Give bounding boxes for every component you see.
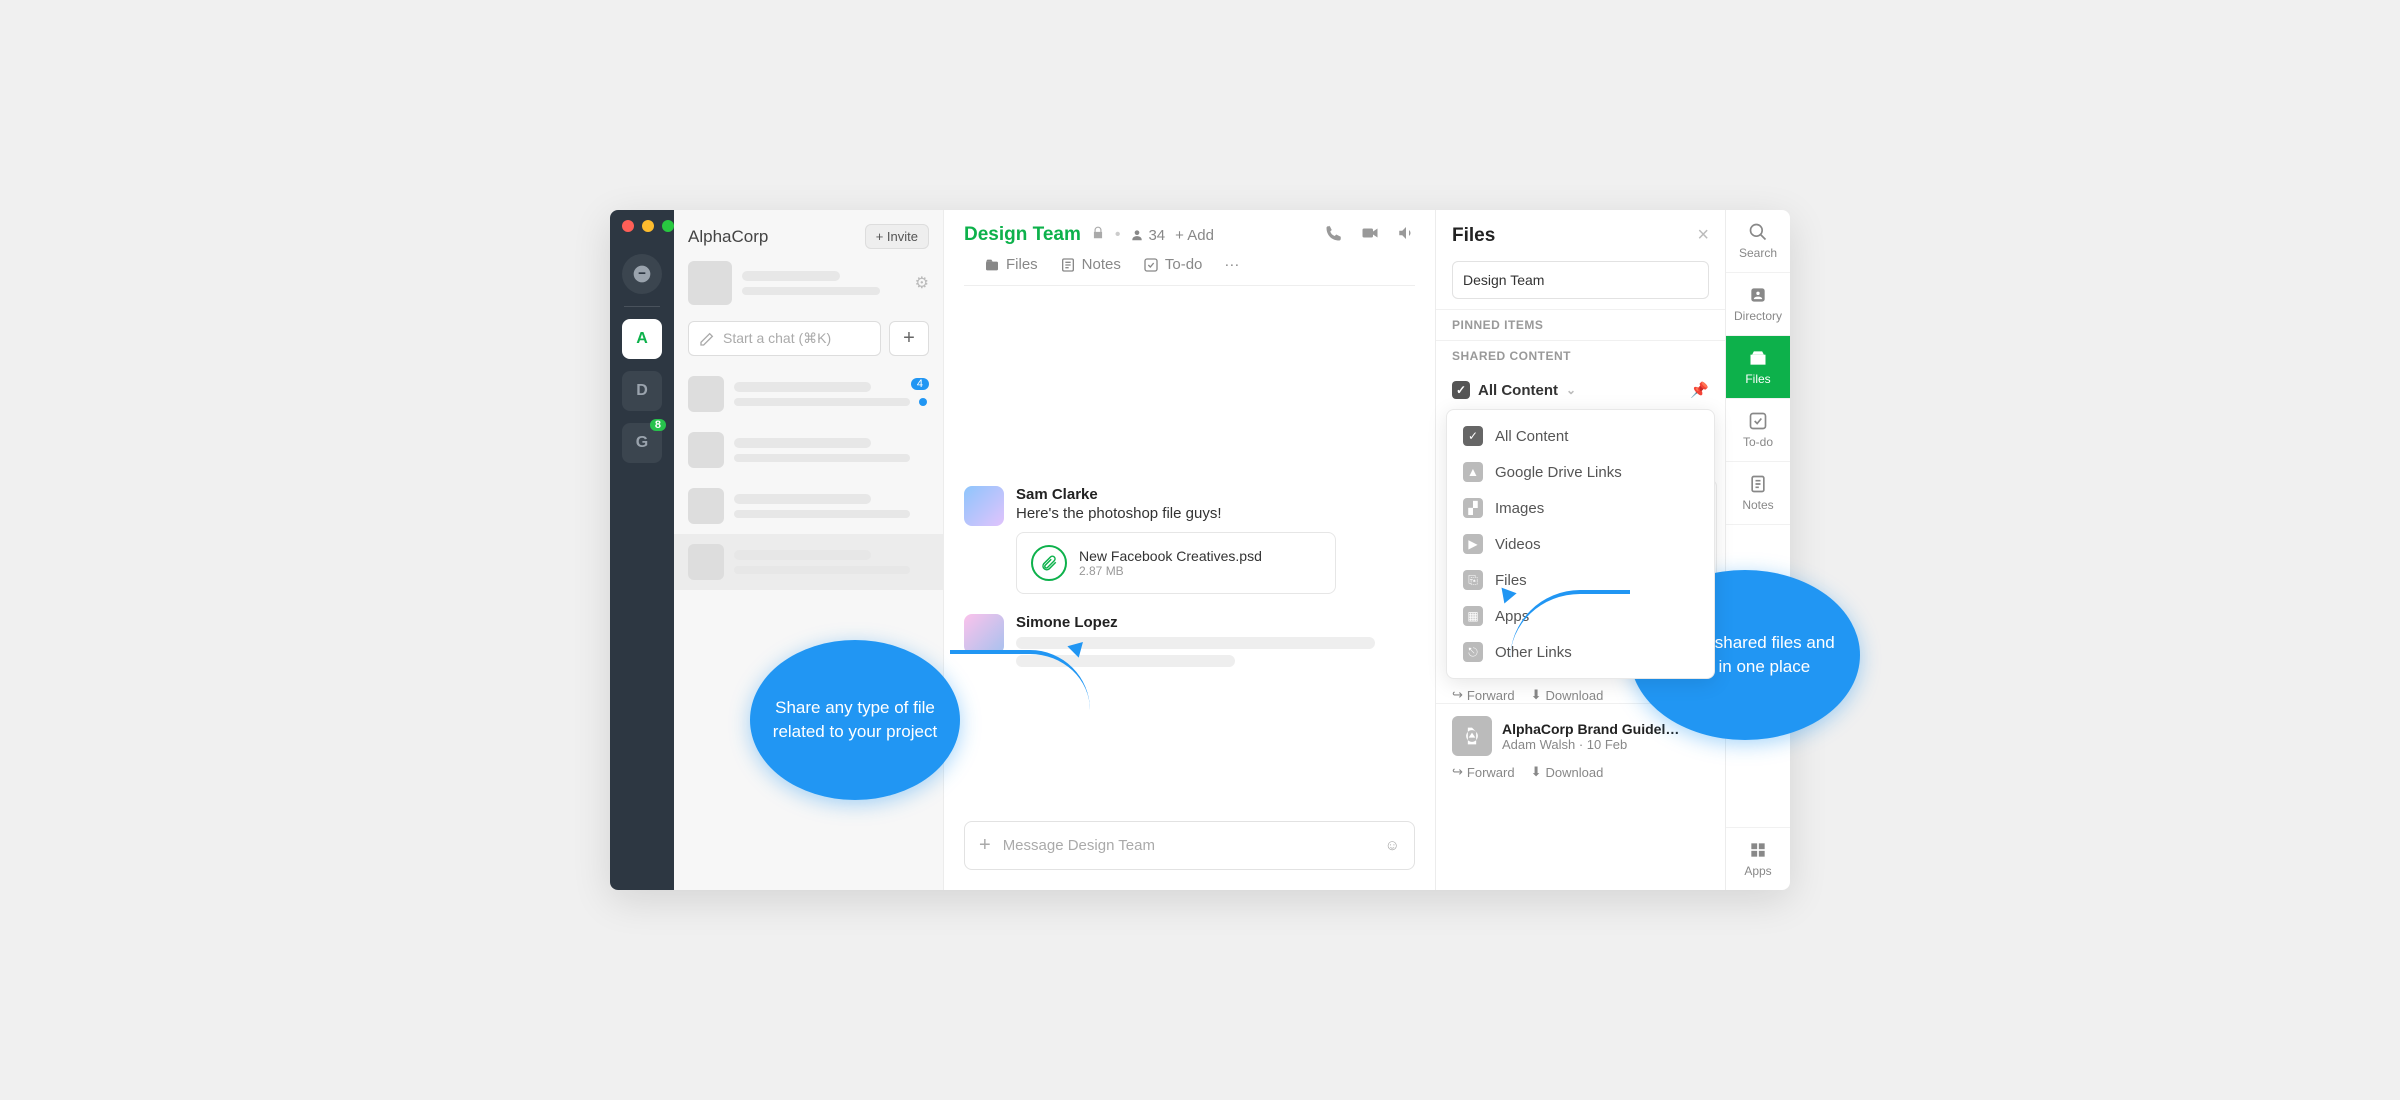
right-rail: Search Directory Files To-do Notes Apps [1726,210,1790,890]
attachment-name: New Facebook Creatives.psd [1079,548,1262,564]
more-icon[interactable]: ··· [1224,256,1239,273]
workspace-rail: A D G 8 [610,210,674,890]
todo-icon [1748,411,1768,431]
current-user-avatar[interactable] [688,261,732,305]
message-author: Sam Clarke [1016,486,1415,503]
content-filter[interactable]: ✓ All Content ⌄ 📌 [1436,371,1725,409]
window-controls [622,220,674,232]
call-icon[interactable] [1325,224,1343,247]
filter-option-all[interactable]: ✓All Content [1447,418,1714,454]
pdf-icon [1452,716,1492,756]
attachment-size: 2.87 MB [1079,564,1262,578]
rail-files[interactable]: Files [1726,336,1790,399]
app-window: A D G 8 AlphaCorp + Invite ⚙ Start a cha… [610,210,1790,890]
member-count[interactable]: 34 [1130,227,1165,244]
message-composer[interactable]: + Message Design Team ☺ [964,821,1415,870]
forward-button[interactable]: ↪ Forward [1452,764,1515,780]
chevron-down-icon: ⌄ [1566,383,1576,397]
apps-icon [1748,840,1768,860]
filter-option-gdrive[interactable]: ▲Google Drive Links [1447,454,1714,490]
new-chat-button[interactable]: + [889,321,929,356]
rail-search[interactable]: Search [1726,210,1790,273]
tab-todo[interactable]: To-do [1143,256,1203,273]
callout-share-files: Share any type of file related to your p… [750,640,960,800]
files-panel-title: Files [1452,225,1495,247]
invite-button[interactable]: + Invite [865,224,929,249]
avatar[interactable] [964,614,1004,654]
download-button[interactable]: ⬇ Download [1531,687,1604,703]
compose-icon [699,331,715,347]
emoji-icon[interactable]: ☺ [1385,837,1400,854]
chat-item[interactable] [674,478,943,534]
download-button[interactable]: ⬇ Download [1531,764,1604,780]
workspace-d[interactable]: D [622,371,662,411]
filter-option-images[interactable]: ▞Images [1447,490,1714,526]
pin-icon[interactable]: 📌 [1690,381,1709,399]
rail-apps[interactable]: Apps [1726,827,1790,890]
composer-placeholder: Message Design Team [1003,837,1155,854]
minimize-window-icon[interactable] [642,220,654,232]
close-icon[interactable]: × [1697,224,1709,247]
unread-badge: 4 [911,378,929,390]
rail-directory[interactable]: Directory [1726,273,1790,336]
maximize-window-icon[interactable] [662,220,674,232]
checkbox-icon: ✓ [1452,381,1470,399]
start-chat-placeholder: Start a chat (⌘K) [723,330,831,347]
forward-button[interactable]: ↪ Forward [1452,687,1515,703]
close-window-icon[interactable] [622,220,634,232]
chat-item[interactable]: 4 [674,366,943,422]
filter-option-videos[interactable]: ▶Videos [1447,526,1714,562]
attachment-icon [1031,545,1067,581]
avatar[interactable] [964,486,1004,526]
gear-icon[interactable]: ⚙ [915,273,929,293]
person-icon [1130,228,1144,242]
chat-item[interactable] [674,422,943,478]
chat-item-active[interactable] [674,534,943,590]
message-author: Simone Lopez [1016,614,1415,631]
pinned-section-label: PINNED ITEMS [1436,309,1725,340]
add-member-button[interactable]: + Add [1175,227,1214,244]
workspace-a[interactable]: A [622,319,662,359]
directory-icon [1748,285,1768,305]
search-icon [1748,222,1768,242]
composer-add-icon[interactable]: + [979,834,991,857]
files-search-input[interactable]: Design Team [1452,261,1709,299]
workspace-badge: 8 [650,419,666,431]
file-meta: Adam Walsh · 10 Feb [1502,737,1709,752]
todo-tab-icon [1143,257,1159,273]
notes-tab-icon [1060,257,1076,273]
video-icon[interactable] [1361,224,1379,247]
channel-name[interactable]: Design Team [964,224,1081,246]
rail-todo[interactable]: To-do [1726,399,1790,462]
app-logo-icon[interactable] [622,254,662,294]
message-text: Here's the photoshop file guys! [1016,505,1415,522]
files-icon [1748,348,1768,368]
files-tab-icon [984,257,1000,273]
org-name: AlphaCorp [688,227,768,247]
lock-icon [1091,226,1105,245]
notes-icon [1748,474,1768,494]
tab-notes[interactable]: Notes [1060,256,1121,273]
files-panel: Files × Design Team PINNED ITEMS SHARED … [1436,210,1726,890]
chat-main: Design Team • 34 + Add Files [944,210,1436,890]
shared-section-label: SHARED CONTENT [1436,340,1725,371]
file-attachment[interactable]: New Facebook Creatives.psd 2.87 MB [1016,532,1336,594]
speaker-icon[interactable] [1397,224,1415,247]
unread-dot-icon [919,398,927,406]
start-chat-input[interactable]: Start a chat (⌘K) [688,321,881,356]
rail-notes[interactable]: Notes [1726,462,1790,525]
message: Sam Clarke Here's the photoshop file guy… [964,486,1415,594]
workspace-g[interactable]: G 8 [622,423,662,463]
tab-files[interactable]: Files [984,256,1038,273]
